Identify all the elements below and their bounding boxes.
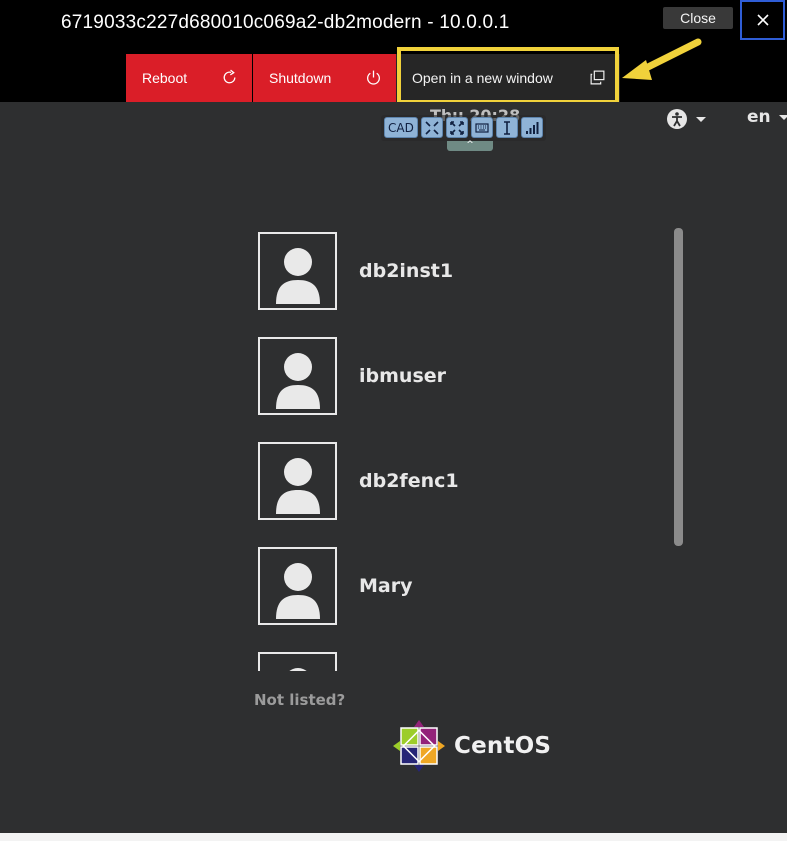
user-item[interactable]: ibmuser bbox=[258, 337, 558, 415]
centos-logo: CentOS bbox=[392, 719, 551, 773]
chevron-down-icon bbox=[696, 116, 706, 122]
callout-arrow-icon bbox=[622, 38, 702, 80]
shutdown-button[interactable]: Shutdown bbox=[253, 54, 396, 102]
avatar bbox=[258, 337, 337, 415]
chevron-down-icon bbox=[778, 114, 787, 120]
reboot-label: Reboot bbox=[142, 70, 188, 86]
text-cursor-button[interactable] bbox=[495, 117, 518, 138]
user-icon bbox=[275, 353, 320, 409]
user-icon bbox=[275, 458, 320, 514]
brand-name: CentOS bbox=[454, 733, 552, 759]
launch-icon bbox=[590, 70, 605, 85]
avatar bbox=[258, 547, 337, 625]
reboot-button[interactable]: Reboot bbox=[126, 54, 252, 102]
vm-title: 6719033c227d680010c069a2-db2modern - 10.… bbox=[61, 12, 510, 33]
avatar bbox=[258, 442, 337, 520]
centos-logo-icon bbox=[393, 720, 445, 772]
signal-button[interactable] bbox=[520, 117, 543, 138]
close-button[interactable] bbox=[740, 0, 785, 40]
toolbar-toggle-handle[interactable]: ^ bbox=[447, 141, 493, 151]
language-menu[interactable]: en bbox=[747, 107, 787, 127]
fullscreen-button[interactable] bbox=[445, 117, 468, 138]
not-listed-link[interactable]: Not listed? bbox=[254, 691, 345, 709]
user-item[interactable]: db2fenc1 bbox=[258, 442, 558, 520]
user-icon bbox=[275, 248, 320, 304]
user-icon bbox=[288, 668, 307, 671]
accessibility-icon bbox=[667, 109, 687, 129]
avatar bbox=[258, 232, 337, 310]
language-label: en bbox=[747, 107, 771, 127]
user-name: db2fenc1 bbox=[359, 470, 459, 492]
fullscreen-exit-button[interactable] bbox=[420, 117, 443, 138]
user-name: Mary bbox=[359, 575, 413, 597]
vm-console-page: 6719033c227d680010c069a2-db2modern - 10.… bbox=[0, 0, 787, 841]
user-item[interactable]: db2inst1 bbox=[258, 232, 558, 310]
open-new-window-label: Open in a new window bbox=[412, 70, 553, 86]
text-cursor-icon bbox=[503, 120, 510, 135]
close-icon bbox=[756, 14, 769, 26]
user-item-partial[interactable] bbox=[258, 652, 558, 671]
avatar bbox=[258, 652, 337, 671]
vm-console-screen[interactable]: Thu 20:28 CAD ^ en bbox=[0, 102, 787, 833]
open-new-window-button[interactable]: Open in a new window bbox=[396, 54, 620, 102]
fullscreen-exit-icon bbox=[425, 120, 439, 135]
keyboard-button[interactable] bbox=[470, 117, 493, 138]
novnc-toolbar: CAD bbox=[381, 115, 546, 141]
user-name: db2inst1 bbox=[359, 260, 454, 282]
signal-icon bbox=[525, 121, 539, 134]
restart-icon bbox=[223, 69, 236, 84]
keyboard-icon bbox=[475, 122, 489, 133]
accessibility-menu[interactable] bbox=[666, 108, 706, 130]
close-tooltip: Close bbox=[663, 7, 733, 29]
fullscreen-icon bbox=[450, 120, 464, 135]
user-icon bbox=[275, 563, 320, 619]
user-name: ibmuser bbox=[359, 365, 447, 387]
page-footer-strip bbox=[0, 833, 787, 841]
cad-button[interactable]: CAD bbox=[384, 117, 418, 138]
user-list-scrollbar[interactable] bbox=[674, 228, 683, 546]
user-item[interactable]: Mary bbox=[258, 547, 558, 625]
power-icon bbox=[367, 70, 380, 85]
shutdown-label: Shutdown bbox=[269, 70, 332, 86]
user-list: db2inst1 ibmuser db2fenc1 Mary bbox=[258, 231, 558, 671]
